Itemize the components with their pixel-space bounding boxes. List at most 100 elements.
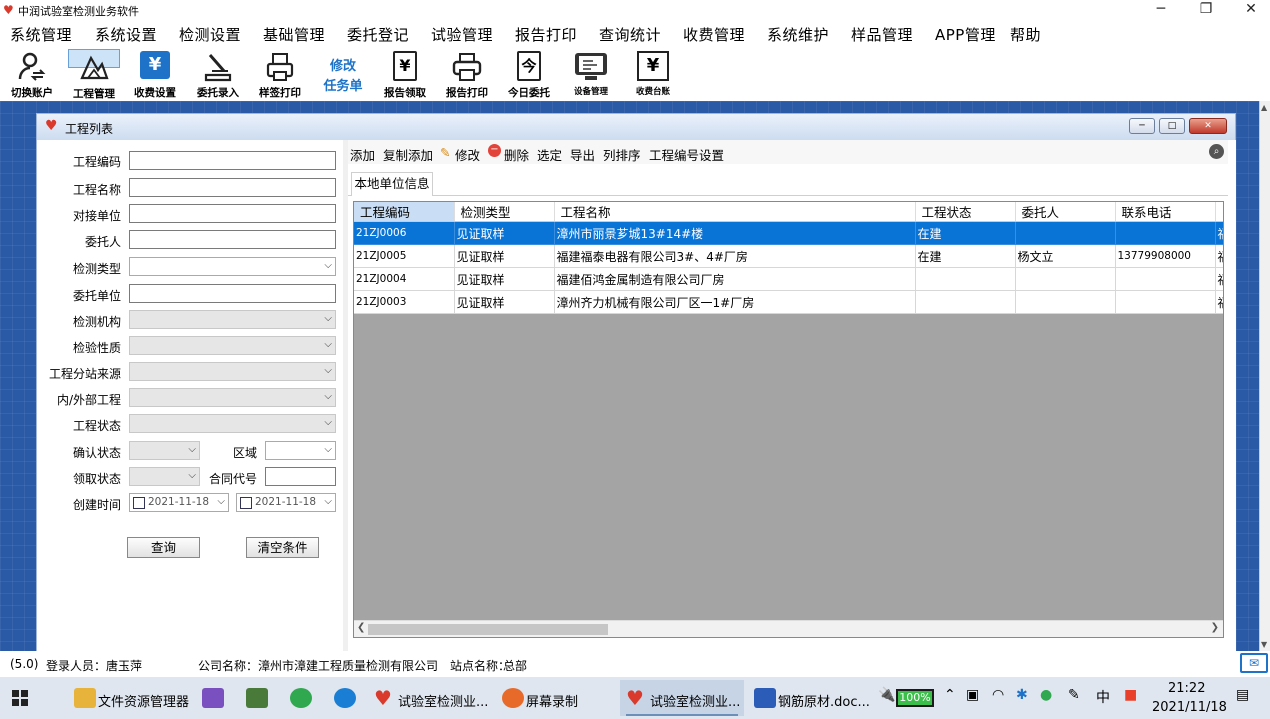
taskbar-item-word[interactable]: 钢筋原材.doc... [748,680,872,716]
taskbar-item-lab-app-2[interactable]: ♥ 试验室检测业... [620,680,744,716]
taskbar-item-green-app[interactable] [284,680,320,716]
sogou-icon[interactable]: ■ [1124,687,1137,703]
select-button[interactable]: 选定 [537,145,562,164]
tab-local-unit[interactable]: 本地单位信息 [351,172,433,196]
menu-query-stats[interactable]: 查询统计 [599,24,661,45]
vertical-scrollbar[interactable]: ▲ ▼ [1259,101,1270,651]
copy-add-button[interactable]: 复制添加 [383,145,433,164]
wechat-icon[interactable]: ● [1040,687,1052,703]
notification-icon[interactable]: ▤ [1236,687,1249,703]
scrollbar-thumb[interactable] [368,624,608,635]
window-close-button[interactable]: ✕ [1189,118,1227,134]
menu-system-maintain[interactable]: 系统维护 [767,24,829,45]
taskbar-item-lab-app-1[interactable]: ♥ 试验室检测业... [368,680,492,716]
table-row[interactable]: 21ZJ0005 见证取样 福建福泰电器有限公司3#、4#厂房 在建 杨文立 1… [354,244,1223,268]
taskbar-item-screen-record[interactable]: 屏幕录制 [496,680,612,716]
fee-ledger-button[interactable]: ¥ 收费台账 [626,49,680,99]
close-button[interactable]: ✕ [1228,0,1270,21]
window-maximize-button[interactable]: □ [1159,118,1185,134]
column-header-extra[interactable] [1215,202,1223,222]
client-input[interactable] [129,230,336,249]
edit-button[interactable]: 修改 [455,145,480,164]
table-row[interactable]: 21ZJ0006 见证取样 漳州市丽景芗城13#14#楼 在建 福 [354,221,1223,245]
contact-unit-input[interactable] [129,204,336,223]
date-to-picker[interactable]: 2021-11-18 ⌵ [236,493,336,512]
column-header-status[interactable]: 工程状态 [915,202,1016,222]
code-setting-button[interactable]: 工程编号设置 [649,145,724,164]
menu-sample-manage[interactable]: 样品管理 [851,24,913,45]
name-input[interactable] [129,178,336,197]
table-row[interactable]: 21ZJ0003 见证取样 漳州齐力机械有限公司厂区一1#厂房 福 [354,290,1223,314]
maximize-button[interactable]: ❐ [1183,0,1229,21]
client-unit-input[interactable] [129,284,336,303]
menu-fee-manage[interactable]: 收费管理 [683,24,745,45]
screen-icon[interactable]: ▣ [966,687,979,703]
inout-select[interactable]: ⌵ [129,388,336,407]
fee-setting-button[interactable]: ¥ 收费设置 [128,49,182,99]
bluetooth-icon[interactable]: ✱ [1016,687,1028,703]
date-from-checkbox[interactable] [133,497,145,509]
clock-time[interactable]: 21:22 [1168,681,1205,696]
column-header-name[interactable]: 工程名称 [554,202,916,222]
scroll-down-icon[interactable]: ▼ [1261,640,1267,649]
report-print-button[interactable]: 报告打印 [440,49,494,99]
date-to-checkbox[interactable] [240,497,252,509]
taskbar-item-visual-studio[interactable] [196,680,232,716]
ime-indicator[interactable]: 中 [1096,687,1110,707]
menu-help[interactable]: 帮助 [1010,24,1041,45]
menu-entrust-register[interactable]: 委托登记 [347,24,409,45]
menu-app-manage[interactable]: APP管理 [935,24,996,45]
pen-icon[interactable]: ✎ [1068,687,1080,703]
scroll-right-icon[interactable]: ❯ [1211,622,1219,633]
status-select[interactable]: ⌵ [129,414,336,433]
chevron-up-icon[interactable]: ⌃ [944,687,956,703]
menu-test-settings[interactable]: 检测设置 [179,24,241,45]
menu-system-manage[interactable]: 系统管理 [10,24,72,45]
horizontal-scrollbar[interactable]: ❮ ❯ [354,620,1223,637]
receive-select[interactable]: ⌵ [129,467,200,486]
test-type-select[interactable]: ⌵ [129,257,336,276]
windows-start-icon[interactable] [12,690,28,706]
taskbar-item-edge[interactable] [328,680,364,716]
entrust-entry-button[interactable]: 委托录入 [190,49,246,99]
menu-report-print[interactable]: 报告打印 [515,24,577,45]
clock-date[interactable]: 2021/11/18 [1152,700,1227,715]
edit-task-button[interactable]: 修改 任务单 [316,49,370,99]
confirm-select[interactable]: ⌵ [129,441,200,460]
query-button[interactable]: 查询 [127,537,200,558]
scroll-left-icon[interactable]: ❮ [357,622,365,633]
column-header-client[interactable]: 委托人 [1015,202,1116,222]
delete-button[interactable]: 删除 [504,145,529,164]
clear-conditions-button[interactable]: 清空条件 [246,537,319,558]
code-input[interactable] [129,151,336,170]
mail-icon[interactable]: ✉ [1240,653,1268,673]
minimize-button[interactable]: ─ [1138,0,1184,21]
window-minimize-button[interactable]: ─ [1129,118,1155,134]
column-sort-button[interactable]: 列排序 [603,145,641,164]
scroll-up-icon[interactable]: ▲ [1261,103,1267,112]
zoom-icon[interactable]: ⌕ [1209,144,1224,159]
export-button[interactable]: 导出 [570,145,595,164]
column-header-type[interactable]: 检测类型 [454,202,555,222]
column-header-phone[interactable]: 联系电话 [1115,202,1216,222]
add-button[interactable]: 添加 [350,145,375,164]
battery-indicator[interactable]: 100% [896,689,934,707]
taskbar-item-explorer[interactable]: 文件资源管理器 [68,680,192,716]
project-manage-button[interactable]: 工程管理 [68,49,120,100]
nature-select[interactable]: ⌵ [129,336,336,355]
table-row[interactable]: 21ZJ0004 见证取样 福建佰鸿金属制造有限公司厂房 福 [354,267,1223,291]
agency-select[interactable]: ⌵ [129,310,336,329]
branch-select[interactable]: ⌵ [129,362,336,381]
menu-basic-manage[interactable]: 基础管理 [263,24,325,45]
today-entrust-button[interactable]: 今 今日委托 [502,49,556,99]
date-from-picker[interactable]: 2021-11-18 ⌵ [129,493,229,512]
power-plug-icon[interactable]: 🔌 [878,687,895,703]
contract-input[interactable] [265,467,336,486]
menu-test-manage[interactable]: 试验管理 [431,24,493,45]
column-header-code[interactable]: 工程编码 [354,202,455,222]
taskbar-item-tools[interactable] [240,680,276,716]
menu-system-settings[interactable]: 系统设置 [95,24,157,45]
switch-account-button[interactable]: 切换账户 [4,49,60,99]
equipment-manage-button[interactable]: 设备管理 [564,49,618,99]
wifi-icon[interactable]: ◠ [992,687,1004,703]
